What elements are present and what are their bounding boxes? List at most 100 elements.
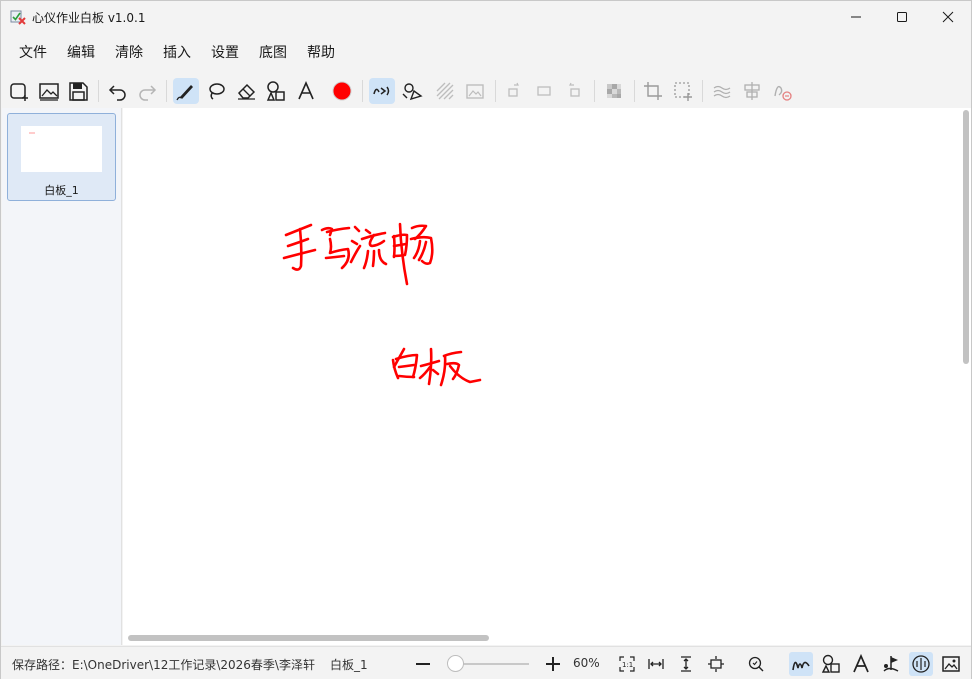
board-thumbnail-label: 白板_1 (44, 184, 79, 197)
menu-clear[interactable]: 清除 (105, 38, 153, 66)
actual-size-button[interactable]: 1:1 (615, 652, 639, 676)
new-board-button[interactable] (7, 78, 33, 104)
align-button[interactable] (739, 78, 765, 104)
mosaic-button[interactable] (601, 78, 627, 104)
select-region-icon (674, 82, 692, 101)
fit-page-button[interactable] (704, 652, 728, 676)
toolbar-separator (166, 80, 167, 102)
redo-button[interactable] (134, 78, 160, 104)
window-title: 心仪作业白板 v1.0.1 (32, 11, 146, 25)
image-layer-icon (942, 656, 960, 672)
signature-icon (774, 85, 792, 101)
fit-page-icon (708, 656, 724, 672)
fit-height-button[interactable] (674, 652, 698, 676)
current-board-name: 白板_1 (330, 658, 368, 672)
menu-background[interactable]: 底图 (249, 38, 297, 66)
lasso-icon (209, 83, 225, 100)
hatch-button[interactable] (432, 78, 458, 104)
toolbar-separator (702, 80, 703, 102)
mosaic-icon (607, 84, 621, 98)
app-window: 心仪作业白板 v1.0.1 文件 编辑 清除 插入 设置 底图 帮助 白板_1 … (0, 0, 972, 679)
menu-edit[interactable]: 编辑 (57, 38, 105, 66)
undo-button[interactable] (105, 78, 131, 104)
toolbar-separator (98, 80, 99, 102)
align-icon (744, 82, 760, 100)
board-thumbnail-card[interactable]: 白板_1 (7, 113, 116, 201)
zoom-out-button[interactable] (411, 652, 435, 676)
horizontal-scrollbar[interactable] (128, 635, 489, 641)
zoom-search-button[interactable] (744, 652, 768, 676)
blur-icon (713, 85, 731, 99)
fit-width-icon (648, 659, 664, 669)
flag-layer-button[interactable] (879, 652, 903, 676)
zoom-slider-thumb[interactable] (446, 655, 464, 672)
eraser-button[interactable] (233, 78, 259, 104)
toolbar-separator (495, 80, 496, 102)
reading-layer-icon (912, 655, 930, 673)
shapes-button[interactable] (263, 78, 289, 104)
maximize-button[interactable] (879, 1, 925, 33)
rotate-left-icon (569, 82, 580, 97)
lasso-button[interactable] (203, 78, 229, 104)
zoom-out-icon (416, 663, 430, 665)
signature-button[interactable] (769, 78, 795, 104)
pen-icon (176, 85, 193, 101)
text-button[interactable] (293, 78, 319, 104)
rotate-left-button[interactable] (561, 78, 587, 104)
vertical-scrollbar[interactable] (963, 110, 969, 364)
text-layer-icon (853, 654, 869, 673)
blur-button[interactable] (709, 78, 735, 104)
crop-icon (644, 82, 662, 100)
app-logo-icon (10, 9, 26, 25)
toolbar-separator (362, 80, 363, 102)
open-image-button[interactable] (36, 78, 62, 104)
shapes-icon (266, 81, 285, 101)
reading-layer-button[interactable] (909, 652, 933, 676)
close-icon (942, 11, 954, 23)
background-icon (466, 84, 484, 99)
minimize-icon (851, 16, 861, 18)
minimize-button[interactable] (833, 1, 879, 33)
crop-button[interactable] (640, 78, 666, 104)
fit-height-icon (681, 656, 691, 672)
shape-recognize-button[interactable] (399, 78, 425, 104)
menu-insert[interactable]: 插入 (153, 38, 201, 66)
whiteboard-canvas[interactable] (123, 108, 971, 645)
flip-icon (537, 86, 551, 96)
zoom-in-button[interactable] (541, 652, 565, 676)
undo-icon (108, 85, 126, 101)
pen-button[interactable] (173, 78, 199, 104)
handwriting-layer-icon (792, 661, 810, 671)
smooth-ink-button[interactable] (369, 78, 395, 104)
flip-button[interactable] (531, 78, 557, 104)
zoom-level: 60% (573, 656, 600, 670)
handwriting-layer-button[interactable] (789, 652, 813, 676)
maximize-icon (897, 12, 907, 22)
text-layer-button[interactable] (849, 652, 873, 676)
save-icon (69, 82, 88, 101)
shape-recognize-icon (402, 83, 423, 101)
background-button[interactable] (462, 78, 488, 104)
toolbar (1, 75, 971, 107)
smooth-ink-icon (373, 86, 390, 96)
select-region-button[interactable] (670, 78, 696, 104)
shape-layer-icon (821, 654, 840, 673)
svg-text:1:1: 1:1 (622, 661, 633, 669)
actual-size-icon: 1:1 (619, 656, 635, 672)
menu-settings[interactable]: 设置 (201, 38, 249, 66)
save-button[interactable] (65, 78, 91, 104)
zoom-search-icon (748, 656, 764, 672)
status-bar: 保存路径：E:\OneDriver\12工作记录\2026春季\李泽轩 白板_1… (1, 646, 971, 679)
flag-layer-icon (883, 656, 899, 672)
close-button[interactable] (925, 1, 971, 33)
image-layer-button[interactable] (939, 652, 963, 676)
fit-width-button[interactable] (644, 652, 668, 676)
shape-layer-button[interactable] (819, 652, 843, 676)
color-button[interactable] (329, 78, 355, 104)
hatch-icon (436, 82, 454, 100)
menu-file[interactable]: 文件 (9, 38, 57, 66)
rotate-right-button[interactable] (501, 78, 527, 104)
title-bar: 心仪作业白板 v1.0.1 (1, 1, 971, 33)
menu-help[interactable]: 帮助 (297, 38, 345, 66)
text-icon (298, 81, 314, 100)
